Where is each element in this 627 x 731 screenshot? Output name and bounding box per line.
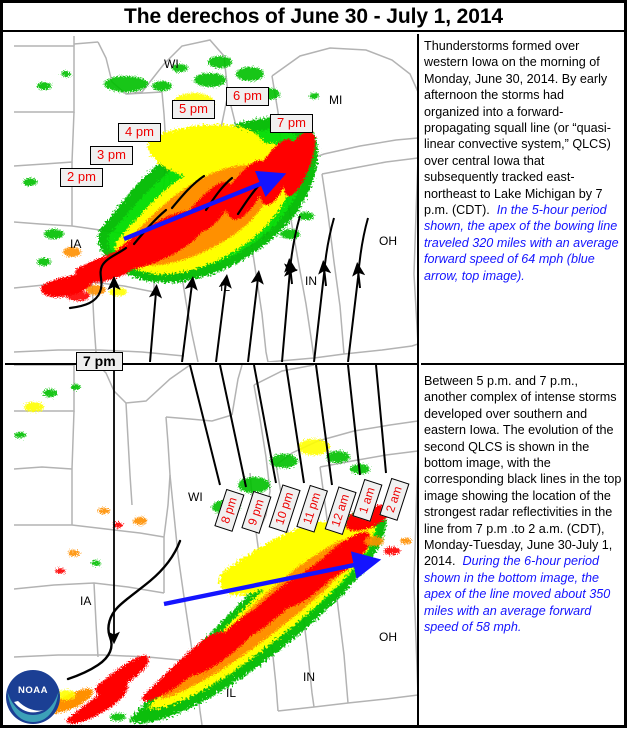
- top-radar-map: 2 pm 3 pm 4 pm 5 pm 6 pm 7 pm WI MI IA I…: [14, 34, 418, 362]
- noaa-logo-svg: NOAA: [6, 670, 60, 724]
- time-label-2pm: 2 pm: [60, 168, 103, 187]
- page-title-bar: The derechos of June 30 - July 1, 2014: [3, 3, 624, 32]
- narrative-top: Thunderstorms formed over western Iowa o…: [424, 38, 622, 284]
- state-label-in-bottom: IN: [303, 670, 315, 684]
- divider-time-label-7pm: 7 pm: [76, 352, 123, 371]
- time-label-7pm: 7 pm: [270, 114, 313, 133]
- narrative-top-plain: Thunderstorms formed over western Iowa o…: [424, 39, 611, 218]
- narrative-bottom-paragraph: Between 5 p.m. and 7 p.m., another compl…: [424, 373, 622, 636]
- time-label-5pm: 5 pm: [172, 100, 215, 119]
- state-label-in-top: IN: [305, 274, 317, 288]
- narrative-bottom: Between 5 p.m. and 7 p.m., another compl…: [424, 373, 622, 636]
- bottom-radar-svg: [14, 365, 418, 725]
- noaa-logo-text: NOAA: [18, 685, 48, 696]
- state-label-ia-top: IA: [70, 237, 82, 251]
- bottom-radar-map: 8 pm 9 pm 10 pm 11 pm 12 am 1 am 2 am WI…: [14, 365, 418, 725]
- state-label-il-top: IL: [220, 280, 231, 294]
- time-label-4pm: 4 pm: [118, 123, 161, 142]
- state-label-oh-bottom: OH: [379, 630, 397, 644]
- state-label-il-bottom: IL: [226, 686, 237, 700]
- text-panel-divider: [421, 363, 627, 365]
- narrative-bottom-plain: Between 5 p.m. and 7 p.m., another compl…: [424, 374, 622, 569]
- state-label-wi-top: WI: [164, 57, 179, 71]
- state-label-mi-top: MI: [329, 93, 343, 107]
- narrative-top-paragraph: Thunderstorms formed over western Iowa o…: [424, 38, 622, 284]
- infographic-page: The derechos of June 30 - July 1, 2014 2…: [0, 0, 627, 728]
- page-title: The derechos of June 30 - July 1, 2014: [123, 5, 504, 28]
- map-panel-divider: [5, 363, 417, 365]
- state-label-ia-bottom: IA: [80, 594, 92, 608]
- top-radar-svg: [14, 34, 418, 362]
- noaa-logo: NOAA: [4, 668, 62, 726]
- map-column: 2 pm 3 pm 4 pm 5 pm 6 pm 7 pm WI MI IA I…: [6, 34, 418, 725]
- map-text-divider: [417, 34, 419, 725]
- state-label-oh-top: OH: [379, 234, 397, 248]
- state-label-wi-bottom: WI: [188, 490, 203, 504]
- time-label-3pm: 3 pm: [90, 146, 133, 165]
- time-label-6pm: 6 pm: [226, 87, 269, 106]
